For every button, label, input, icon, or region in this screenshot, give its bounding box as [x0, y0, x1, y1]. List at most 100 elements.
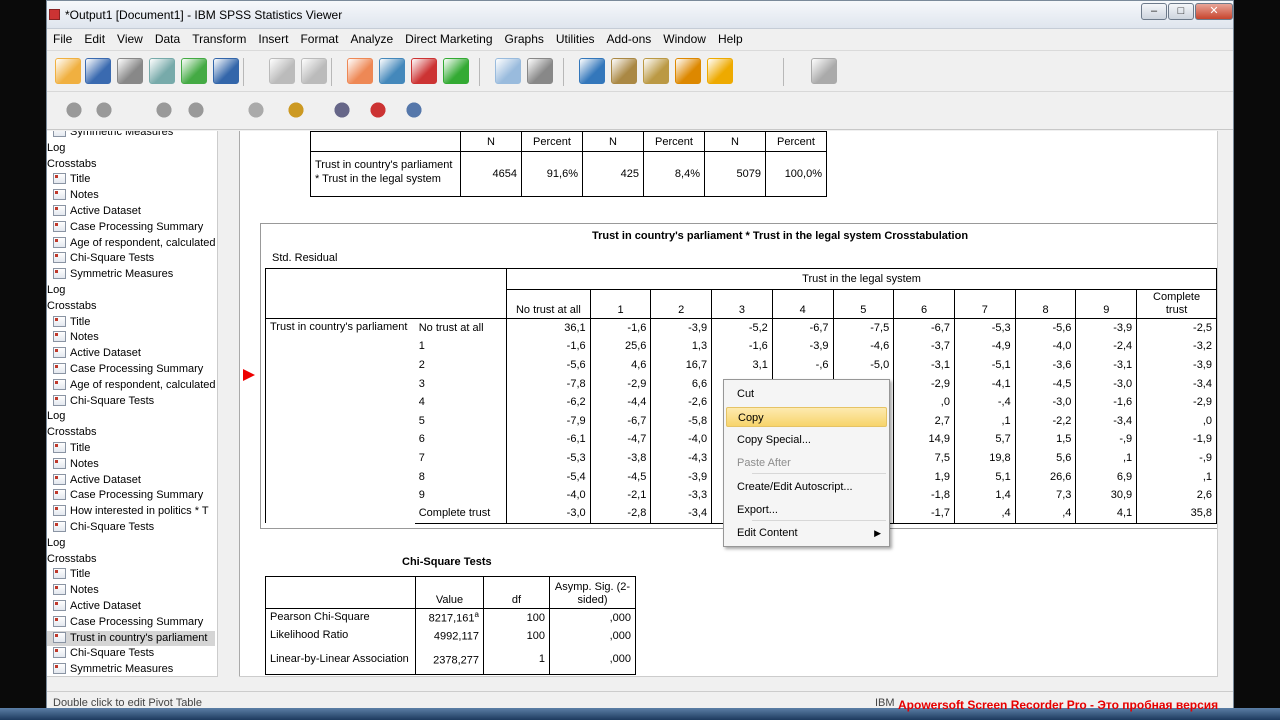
menu-direct-marketing[interactable]: Direct Marketing	[399, 29, 498, 50]
menu-transform[interactable]: Transform	[186, 29, 252, 50]
column-header[interactable]: 1	[589, 289, 652, 319]
outline-item[interactable]: Active Dataset	[47, 473, 141, 488]
row-category-label[interactable]: Complete trust	[414, 504, 508, 524]
table-cell[interactable]: -7,9	[506, 411, 591, 431]
table-cell[interactable]: 25,6	[589, 337, 652, 356]
redo-icon[interactable]	[301, 58, 327, 84]
print-icon[interactable]	[117, 58, 143, 84]
outline-item[interactable]: How interested in politics * T	[47, 504, 209, 519]
table-cell[interactable]: 26,6	[1014, 467, 1077, 486]
outline-item[interactable]: Notes	[47, 457, 99, 472]
table-cell[interactable]: -3,9	[650, 318, 713, 338]
column-header[interactable]: 8	[1014, 289, 1077, 319]
table-cell[interactable]: -2,8	[589, 504, 652, 524]
table-cell[interactable]: 2,7	[893, 411, 955, 431]
row-label[interactable]: Likelihood Ratio	[265, 626, 416, 645]
row-category-label[interactable]: 5	[414, 411, 508, 431]
table-cell[interactable]: ,1	[1075, 448, 1138, 468]
menu-file[interactable]: File	[47, 29, 78, 50]
menu-help[interactable]: Help	[712, 29, 749, 50]
data-editor-icon[interactable]	[443, 58, 469, 84]
select-cases-icon[interactable]	[579, 58, 605, 84]
menu-edit[interactable]: Edit	[78, 29, 111, 50]
table-cell[interactable]: -1,6	[506, 337, 591, 356]
table-cell[interactable]: -7,8	[506, 374, 591, 393]
table-cell[interactable]: -6,1	[506, 430, 591, 449]
table-cell[interactable]: -2,6	[650, 392, 713, 412]
undo-icon[interactable]	[269, 58, 295, 84]
case-processing-table[interactable]: N Percent N Percent N Percent Trust in country…	[310, 131, 827, 197]
column-header[interactable]: N	[460, 131, 522, 152]
table-cell[interactable]: 7,5	[893, 448, 955, 468]
column-group-header[interactable]: Trust in the legal system	[506, 268, 1217, 290]
table-cell[interactable]: -5,3	[953, 318, 1016, 338]
use-sets-icon[interactable]	[643, 58, 669, 84]
collapse-icon[interactable]	[183, 97, 209, 123]
value-labels-icon[interactable]	[611, 58, 637, 84]
context-menu-create-edit-autoscript[interactable]: Create/Edit Autoscript...	[726, 477, 887, 497]
table-cell[interactable]: 8217,161a	[415, 608, 484, 627]
outline-item[interactable]: Title	[47, 315, 90, 330]
context-menu-export[interactable]: Export...	[726, 500, 887, 520]
weight-cases-icon[interactable]	[527, 58, 553, 84]
minimize-button[interactable]: –	[1141, 3, 1167, 20]
outline-item[interactable]: Symmetric Measures	[47, 267, 173, 282]
table-cell[interactable]: -5,1	[953, 355, 1016, 375]
row-category-label[interactable]: 6	[414, 430, 508, 449]
outline-item[interactable]: Notes	[47, 330, 99, 345]
column-header[interactable]: 9	[1075, 289, 1138, 319]
table-cell[interactable]: -3,9	[1136, 355, 1217, 375]
show-icon[interactable]	[243, 97, 269, 123]
table-cell[interactable]: 30,9	[1075, 485, 1138, 505]
table-cell[interactable]: -2,9	[1136, 392, 1217, 412]
outline-node[interactable]: Log	[47, 141, 65, 156]
designate-window-icon[interactable]	[707, 58, 733, 84]
table-cell[interactable]: -4,0	[650, 430, 713, 449]
table-cell[interactable]: 19,8	[953, 448, 1016, 468]
table-cell[interactable]: -5,6	[506, 355, 591, 375]
table-cell[interactable]: -2,1	[589, 485, 652, 505]
row-category-label[interactable]: No trust at all	[414, 318, 508, 338]
outline-item[interactable]: Symmetric Measures	[47, 131, 173, 140]
table-cell[interactable]: 1,4	[953, 485, 1016, 505]
table-cell[interactable]: -6,7	[893, 318, 955, 338]
table-cell[interactable]: -7,5	[832, 318, 895, 338]
menu-view[interactable]: View	[111, 29, 149, 50]
outline-item[interactable]: Symmetric Measures	[47, 662, 173, 677]
table-cell[interactable]: -6,7	[589, 411, 652, 431]
table-cell[interactable]: ,000	[549, 644, 636, 675]
outline-item[interactable]: Case Processing Summary	[47, 220, 203, 235]
table-cell[interactable]: -3,4	[1075, 411, 1138, 431]
column-header[interactable]: Percent	[643, 131, 705, 152]
row-category-label[interactable]: 3	[414, 374, 508, 393]
row-category-label[interactable]: 7	[414, 448, 508, 468]
column-header[interactable]: Value	[415, 576, 484, 609]
row-label[interactable]: Trust in country's parliament * Trust in…	[310, 151, 461, 197]
table-cell[interactable]: -1,7	[893, 504, 955, 524]
close-button[interactable]: ✕	[1195, 3, 1233, 20]
table-cell[interactable]: -3,7	[893, 337, 955, 356]
table-cell[interactable]: -3,4	[650, 504, 713, 524]
menu-insert[interactable]: Insert	[252, 29, 294, 50]
outline-item[interactable]: Chi-Square Tests	[47, 251, 154, 266]
outline-item[interactable]: Title	[47, 567, 90, 582]
table-cell[interactable]: 91,6%	[521, 151, 583, 197]
table-cell[interactable]: -2,9	[893, 374, 955, 393]
table-cell[interactable]: ,1	[953, 411, 1016, 431]
table-cell[interactable]: -3,0	[506, 504, 591, 524]
menu-add-ons[interactable]: Add-ons	[601, 29, 658, 50]
column-header[interactable]: Percent	[765, 131, 827, 152]
table-cell[interactable]: ,4	[1014, 504, 1077, 524]
context-menu-paste-after[interactable]: Paste After	[726, 453, 887, 473]
outline-horizontal-scrollbar[interactable]	[47, 676, 217, 690]
disabled-icon[interactable]	[811, 58, 837, 84]
context-menu-copy-special[interactable]: Copy Special...	[726, 430, 887, 450]
column-header[interactable]: 7	[953, 289, 1016, 319]
table-cell[interactable]: 3,1	[711, 355, 773, 375]
outline-vertical-scrollbar[interactable]	[217, 131, 231, 677]
table-cell[interactable]: -5,0	[832, 355, 895, 375]
outline-item[interactable]: Chi-Square Tests	[47, 646, 154, 661]
table-cell[interactable]: -,9	[1136, 448, 1217, 468]
menu-window[interactable]: Window	[657, 29, 712, 50]
table-cell[interactable]: -4,3	[650, 448, 713, 468]
